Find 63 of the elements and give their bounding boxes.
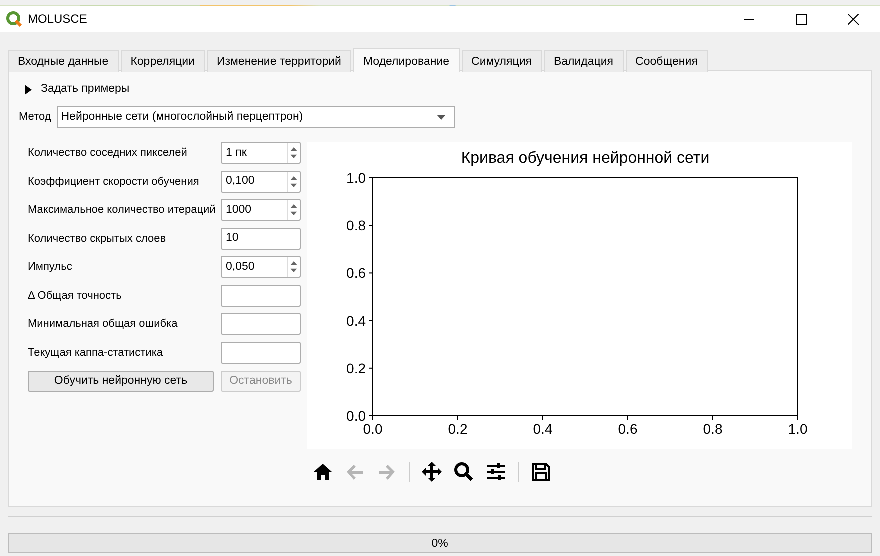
chart-title: Кривая обучения нейронной сети [461, 150, 710, 168]
tab[interactable]: Входные данные [8, 50, 119, 72]
tab[interactable]: Моделирование [353, 48, 460, 72]
field-label: Минимальная общая ошибка [28, 317, 178, 332]
x-tick: 1.0 [788, 416, 808, 438]
tab[interactable]: Сообщения [626, 50, 708, 72]
sliders-icon[interactable] [486, 462, 506, 482]
y-tick: 1.0 [346, 170, 374, 186]
tab[interactable]: Валидация [544, 50, 624, 72]
spin-box[interactable]: 1000 [221, 199, 301, 222]
method-dropdown[interactable]: Нейронные сети (многослойный перцептрон) [57, 106, 456, 128]
field-label: Текущая каппа-статистика [28, 346, 164, 360]
spin-box[interactable]: 0,100 [221, 170, 301, 193]
y-tick-label: 0.6 [346, 265, 366, 282]
tab[interactable]: Корреляции [120, 50, 205, 72]
x-tick: 0.6 [618, 416, 638, 438]
window-title: MOLUSCE [28, 11, 88, 28]
x-tick: 0.2 [448, 416, 468, 438]
app-logo-icon [6, 11, 22, 27]
field-label: Количество скрытых слоев [28, 232, 166, 246]
y-tick-label: 0.2 [346, 360, 366, 377]
caret-icon [437, 114, 446, 120]
y-tick: 0.2 [346, 360, 374, 377]
home-icon[interactable] [313, 462, 333, 482]
field-label: Δ Общая точность [28, 288, 122, 304]
spin-arrows-icon[interactable] [287, 143, 300, 164]
y-tick: 0.6 [346, 265, 374, 282]
input-field[interactable] [221, 284, 301, 307]
y-tick: 0.8 [346, 218, 374, 234]
field-label: Количество соседних пикселей [28, 146, 188, 161]
field-label: Коэффициент скорости обучения [28, 174, 200, 190]
input-field[interactable]: 10 [221, 228, 301, 250]
field-label: Максимальное количество итераций [28, 203, 216, 218]
x-tick-label: 0.4 [533, 421, 553, 438]
spin-box[interactable]: 0,050 [221, 256, 301, 278]
spin-arrows-icon[interactable] [287, 200, 300, 220]
method-label: Метод [19, 110, 52, 125]
tab[interactable]: Изменение территорий [206, 50, 352, 72]
x-tick-label: 0.2 [448, 421, 468, 438]
spin-box[interactable]: 1 пк [221, 142, 301, 164]
y-tick-label: 1.0 [346, 170, 366, 186]
input-field[interactable] [221, 313, 301, 336]
move-icon[interactable] [422, 462, 442, 482]
tab[interactable]: Симуляция [462, 50, 542, 72]
x-tick-label: 0.8 [703, 421, 723, 438]
y-tick: 0.4 [346, 313, 374, 330]
y-tick-label: 0.8 [346, 218, 366, 234]
spin-arrows-icon[interactable] [287, 172, 300, 192]
train-button[interactable]: Обучить нейронную сеть [28, 371, 214, 392]
y-tick-label: 0.4 [346, 313, 366, 330]
progress-text: 0% [432, 537, 448, 552]
search-icon[interactable] [454, 462, 474, 482]
expand-arrow-icon[interactable] [24, 84, 33, 95]
input-field[interactable] [221, 342, 301, 364]
field-label: Импульс [28, 260, 72, 275]
expander-label[interactable]: Задать примеры [41, 81, 130, 98]
x-tick: 0.8 [703, 416, 723, 438]
x-tick-label: 0.6 [618, 421, 638, 438]
close-icon[interactable] [848, 14, 859, 24]
x-tick-label: 1.0 [788, 421, 808, 438]
x-tick: 0.4 [533, 416, 553, 438]
spin-arrows-icon[interactable] [287, 257, 300, 278]
maximize-icon[interactable] [796, 14, 807, 24]
